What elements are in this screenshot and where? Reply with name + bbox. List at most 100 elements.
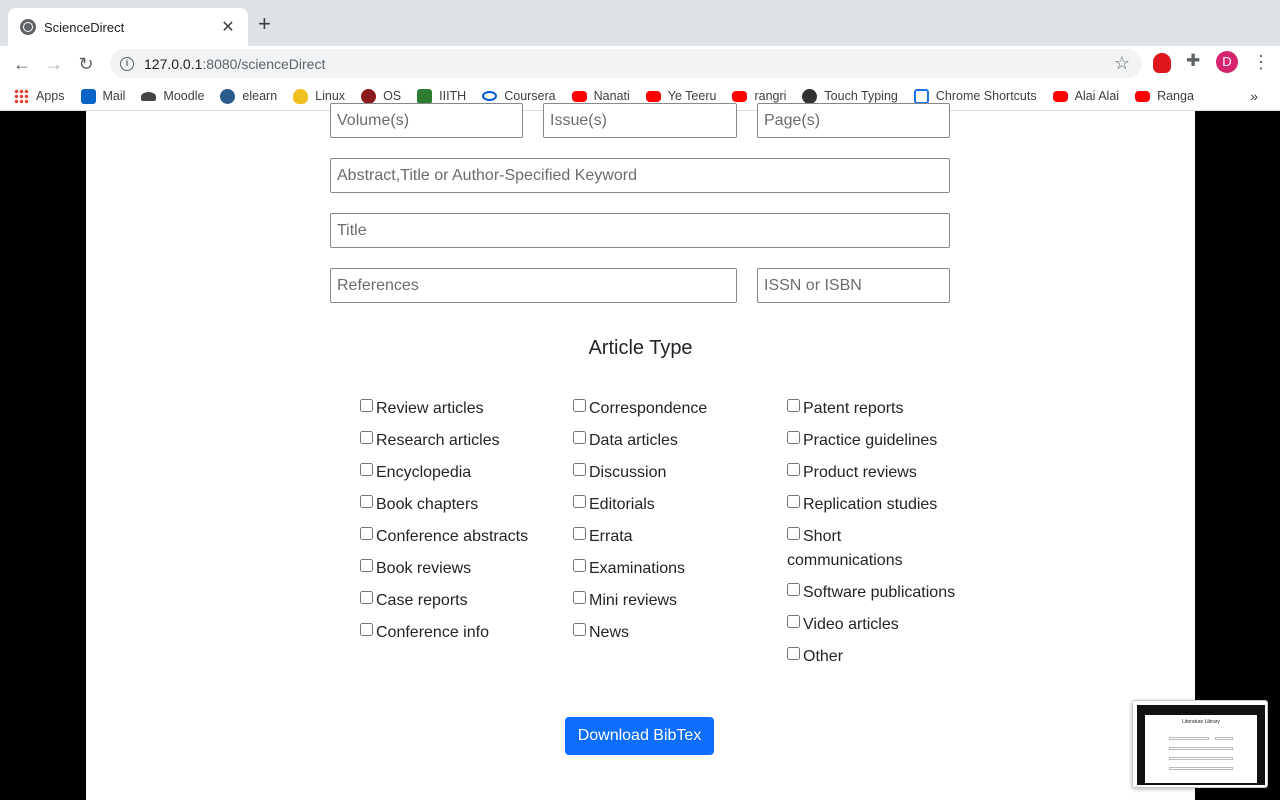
bookmark-moodle[interactable]: Moodle (141, 89, 204, 103)
bookmark-chrome-shortcuts[interactable]: Chrome Shortcuts (913, 88, 1037, 104)
bookmark-mail[interactable]: Mail (80, 88, 125, 104)
bookmark-label: Coursera (504, 89, 556, 103)
extensions-puzzle-icon[interactable]: ✚ (1186, 51, 1200, 71)
bookmark-label: Nanati (593, 89, 630, 103)
bookmark-touch-typing[interactable]: Touch Typing (802, 88, 898, 104)
bookmark-iiith[interactable]: IIITH (417, 88, 466, 104)
screenshot-thumbnail[interactable]: Literature Library (1132, 700, 1268, 788)
checkbox-item: Replication studies (787, 493, 957, 517)
conference-abstracts-checkbox[interactable] (360, 527, 373, 540)
elearn-icon (220, 88, 236, 104)
bookmark-elearn[interactable]: elearn (220, 88, 277, 104)
checkbox-label: Case reports (376, 592, 468, 609)
page-input[interactable] (757, 103, 950, 138)
checkbox-label: Video articles (803, 616, 899, 633)
book-chapters-checkbox[interactable] (360, 495, 373, 508)
thumbnail-title: Literature Library (1182, 719, 1220, 725)
address-bar[interactable]: i 127.0.0.1:8080/scienceDirect ☆ (110, 49, 1142, 78)
bookmark-label: Linux (315, 89, 346, 103)
errata-checkbox[interactable] (573, 527, 586, 540)
checkbox-label: Conference info (376, 624, 489, 641)
case-reports-checkbox[interactable] (360, 591, 373, 604)
checkbox-label: Review articles (376, 400, 484, 417)
checkbox-label: Editorials (589, 496, 655, 513)
bookmark-nanati[interactable]: Nanati (571, 89, 630, 103)
review-articles-checkbox[interactable] (360, 399, 373, 412)
practice-guidelines-checkbox[interactable] (787, 431, 800, 444)
checkbox-item: Research articles (360, 429, 540, 453)
patent-reports-checkbox[interactable] (787, 399, 800, 412)
forward-icon[interactable]: → (42, 52, 66, 76)
outlook-icon (80, 88, 96, 104)
more-menu-icon[interactable]: ⋮ (1252, 51, 1270, 73)
youtube-icon (1052, 90, 1068, 102)
bookmark-apps[interactable]: Apps (14, 88, 65, 104)
back-icon[interactable]: ← (10, 52, 34, 76)
iiith-icon (417, 88, 433, 104)
data-articles-checkbox[interactable] (573, 431, 586, 444)
encyclopedia-checkbox[interactable] (360, 463, 373, 476)
checkbox-item: Case reports (360, 589, 540, 613)
bookmark-ranga[interactable]: Ranga (1135, 89, 1194, 103)
issn-input[interactable] (757, 268, 950, 303)
info-icon[interactable]: i (120, 56, 134, 71)
bookmark-rangri[interactable]: rangri (732, 89, 786, 103)
bookmark-label: Ye Teeru (667, 89, 717, 103)
volume-input[interactable] (330, 103, 523, 138)
title-input[interactable] (330, 213, 950, 248)
bookmark-label: Moodle (163, 89, 205, 103)
checkbox-label: Other (803, 648, 844, 665)
touch-typing-icon (802, 88, 818, 104)
reload-icon[interactable]: ↻ (74, 52, 98, 76)
book-reviews-checkbox[interactable] (360, 559, 373, 572)
checkbox-item: Video articles (787, 613, 957, 637)
extension-icon[interactable] (1153, 53, 1171, 73)
checkbox-item: Conference info (360, 621, 540, 645)
short-communications-checkbox[interactable] (787, 527, 800, 540)
url-path: :8080/scienceDirect (202, 55, 326, 72)
issue-input[interactable] (543, 103, 737, 138)
checkbox-label: Discussion (589, 464, 667, 481)
checkbox-label: News (589, 624, 630, 641)
browser-toolbar: ← → ↻ i 127.0.0.1:8080/scienceDirect ☆ ✚… (0, 46, 1280, 82)
checkbox-label: Correspondence (589, 400, 708, 417)
bookmark-coursera[interactable]: Coursera (482, 89, 556, 103)
profile-avatar[interactable]: D (1216, 51, 1238, 73)
checkbox-item: Patent reports (787, 397, 957, 421)
bookmark-linux[interactable]: Linux (293, 88, 346, 104)
coursera-icon (482, 91, 498, 101)
browser-tab[interactable]: ScienceDirect ✕ (8, 8, 248, 46)
checkbox-item: Review articles (360, 397, 540, 421)
references-input[interactable] (330, 268, 737, 303)
bookmark-os[interactable]: OS (361, 88, 401, 104)
checkbox-item: Product reviews (787, 461, 957, 485)
news-checkbox[interactable] (573, 623, 586, 636)
software-publications-checkbox[interactable] (787, 583, 800, 596)
bookmark-ye-teeru[interactable]: Ye Teeru (645, 89, 717, 103)
close-tab-icon[interactable]: ✕ (220, 17, 236, 37)
correspondence-checkbox[interactable] (573, 399, 586, 412)
checkbox-item: Mini reviews (573, 589, 753, 613)
new-tab-icon[interactable]: + (258, 13, 271, 35)
thumbnail-line (1215, 737, 1233, 740)
checkbox-item: Short communications (787, 525, 957, 573)
thumbnail-line (1169, 747, 1233, 750)
bookmarks-overflow-icon[interactable]: » (1250, 88, 1258, 104)
editorials-checkbox[interactable] (573, 495, 586, 508)
thumbnail-line (1169, 737, 1209, 740)
mini-reviews-checkbox[interactable] (573, 591, 586, 604)
bookmark-star-icon[interactable]: ☆ (1114, 53, 1130, 74)
other-checkbox[interactable] (787, 647, 800, 660)
product-reviews-checkbox[interactable] (787, 463, 800, 476)
research-articles-checkbox[interactable] (360, 431, 373, 444)
conference-info-checkbox[interactable] (360, 623, 373, 636)
keyword-input[interactable] (330, 158, 950, 193)
replication-studies-checkbox[interactable] (787, 495, 800, 508)
examinations-checkbox[interactable] (573, 559, 586, 572)
checkbox-label: Encyclopedia (376, 464, 472, 481)
bookmark-alai-alai[interactable]: Alai Alai (1052, 89, 1119, 103)
download-bibtex-button[interactable]: Download BibTex (565, 717, 714, 755)
checkbox-label: Mini reviews (589, 592, 678, 609)
video-articles-checkbox[interactable] (787, 615, 800, 628)
discussion-checkbox[interactable] (573, 463, 586, 476)
